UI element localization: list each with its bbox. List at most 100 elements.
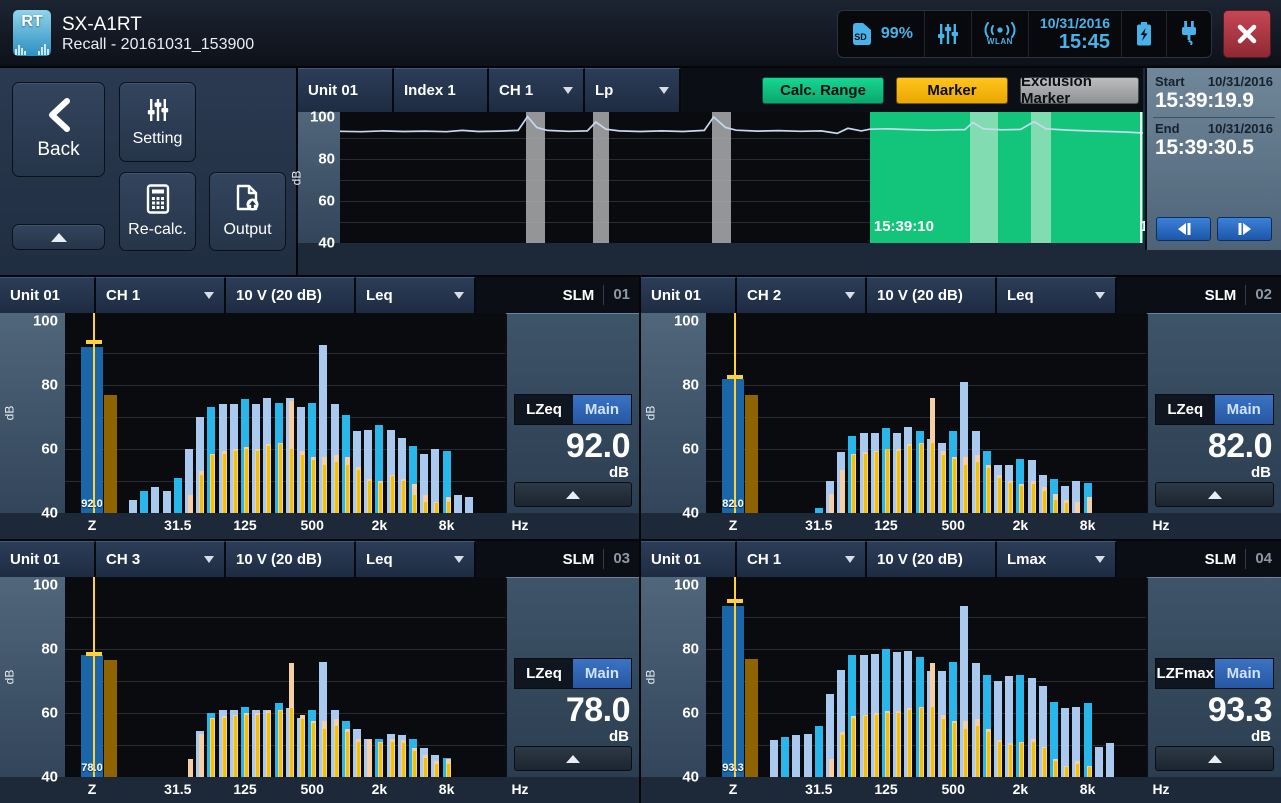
readout-metric-tab[interactable]: LZFmax xyxy=(1156,659,1215,688)
spectrum-overlay-bar2 xyxy=(234,716,237,777)
spectrum-overlay-bar2 xyxy=(897,713,900,777)
range-cell[interactable]: 10 V (20 dB) xyxy=(867,541,997,577)
z-value-label: 93.3 xyxy=(716,762,750,774)
slm-label: SLM xyxy=(563,287,595,304)
spectrum-overlay-bar2 xyxy=(908,710,911,777)
spectrum-overlay-bar2 xyxy=(897,451,900,513)
output-button[interactable]: Output xyxy=(209,172,286,251)
back-label: Back xyxy=(37,139,79,161)
unit-cell[interactable]: Unit 01 xyxy=(641,541,737,577)
unit-cell[interactable]: Unit 01 xyxy=(641,277,737,313)
index-cell[interactable]: Index 1 xyxy=(394,68,489,112)
range-cell[interactable]: 10 V (20 dB) xyxy=(226,541,356,577)
spectrum-overlay-bar2 xyxy=(211,719,214,777)
spectrum-overlay-bar2 xyxy=(391,476,394,513)
collapse-panel-button[interactable] xyxy=(12,224,105,250)
band-cursor-tick xyxy=(86,652,102,656)
x-tick-label: Hz xyxy=(511,517,528,533)
metric-select[interactable]: Leq xyxy=(356,277,476,313)
readout-collapse-button[interactable] xyxy=(1155,746,1274,771)
back-button[interactable]: Back xyxy=(12,82,105,177)
recalc-button[interactable]: Re-calc. xyxy=(119,172,196,251)
readout-collapse-button[interactable] xyxy=(1155,482,1274,507)
exclusion-marker-button[interactable]: Exclusion Marker xyxy=(1020,77,1139,104)
readout-metric-tab[interactable]: LZeq xyxy=(1156,395,1215,424)
unit-cell[interactable]: Unit 01 xyxy=(0,541,96,577)
range-cell[interactable]: 10 V (20 dB) xyxy=(867,277,997,313)
readout-collapse-button[interactable] xyxy=(514,746,632,771)
readout-main-tab[interactable]: Main xyxy=(573,395,631,424)
close-button[interactable] xyxy=(1223,10,1271,58)
datetime-status: 10/31/2016 15:45 xyxy=(1029,11,1122,57)
unit-cell[interactable]: Unit 01 xyxy=(298,68,394,112)
x-tick-label: 125 xyxy=(233,517,256,533)
unit-cell[interactable]: Unit 01 xyxy=(0,277,96,313)
x-tick-label: Z xyxy=(88,517,97,533)
readout-main-tab[interactable]: Main xyxy=(573,659,631,688)
x-tick-label: 500 xyxy=(942,517,965,533)
step-forward-button[interactable] xyxy=(1217,217,1272,241)
readout-value: 93.3 xyxy=(1208,691,1272,730)
y-tick-label: 80 xyxy=(682,641,699,658)
chevron-down-icon xyxy=(454,292,464,299)
metric-select[interactable]: Leq xyxy=(997,277,1117,313)
chevron-down-icon xyxy=(1095,292,1105,299)
channel-select[interactable]: CH 1 xyxy=(737,541,867,577)
calc-range-button[interactable]: Calc. Range xyxy=(762,77,884,104)
readout-main-tab[interactable]: Main xyxy=(1215,395,1274,424)
channel-select[interactable]: CH 3 xyxy=(96,541,226,577)
spectrum-bar xyxy=(151,487,159,513)
slm-02-readout: LZeq Main 82.0 dB xyxy=(1146,313,1281,513)
spectrum-overlay-bar2 xyxy=(346,732,349,777)
metric-label: Leq xyxy=(1007,287,1034,304)
readout-unit: dB xyxy=(1251,728,1271,745)
metric-select[interactable]: Leq xyxy=(356,541,476,577)
spectrum-overlay-bar2 xyxy=(357,470,360,513)
step-back-button[interactable] xyxy=(1156,217,1211,241)
slm-02-spectrum-plot[interactable]: 82.0 xyxy=(706,313,1146,513)
setting-button[interactable]: Setting xyxy=(119,82,196,162)
spectrum-overlay-bar2 xyxy=(402,743,405,777)
slm-01-spectrum-plot[interactable]: 92.0 xyxy=(65,313,505,513)
readout-metric-tab[interactable]: LZeq xyxy=(515,395,573,424)
spectrum-overlay-bar2 xyxy=(1009,483,1012,513)
slm-02-x-axis: Z31.51255002k8kHz xyxy=(641,513,1281,541)
x-tick-label: 2k xyxy=(1013,781,1029,797)
spectrum-bar xyxy=(815,726,823,777)
readout-metric-tab[interactable]: LZeq xyxy=(515,659,573,688)
readout-collapse-button[interactable] xyxy=(514,482,632,507)
metric-select[interactable]: Lp xyxy=(585,68,681,112)
x-tick-label: Hz xyxy=(1152,517,1169,533)
spectrum-overlay-bar2 xyxy=(335,726,338,777)
spectrum-overlay-bar2 xyxy=(223,718,226,777)
y-tick-label: 80 xyxy=(318,151,335,168)
slm-03-readout: LZeq Main 78.0 dB xyxy=(505,577,639,777)
end-date: 10/31/2016 xyxy=(1208,121,1273,136)
chevron-down-icon xyxy=(454,556,464,563)
metric-select[interactable]: Lmax xyxy=(997,541,1117,577)
y-tick-label: 60 xyxy=(41,441,58,458)
readout-unit: dB xyxy=(1251,464,1271,481)
slm-03-spectrum-plot[interactable]: 78.0 xyxy=(65,577,505,777)
time-chart-header: Unit 01 Index 1 CH 1 Lp Calc. Range Mark… xyxy=(298,68,1143,112)
readout-main-tab[interactable]: Main xyxy=(1215,659,1274,688)
x-tick-label: Z xyxy=(729,781,738,797)
time-chart-section: Unit 01 Index 1 CH 1 Lp Calc. Range Mark… xyxy=(298,68,1143,275)
spectrum-overlay-bar xyxy=(829,494,834,513)
spectrum-overlay-bar2 xyxy=(234,451,237,513)
gridline xyxy=(65,385,505,386)
back-chevron-icon xyxy=(46,98,72,132)
marker-button[interactable]: Marker xyxy=(896,77,1008,104)
divider xyxy=(1153,117,1275,118)
readout-unit: dB xyxy=(609,464,629,481)
channel-select[interactable]: CH 1 xyxy=(96,277,226,313)
spectrum-bar xyxy=(781,737,789,777)
channel-select[interactable]: CH 2 xyxy=(737,277,867,313)
spectrum-overlay-bar2 xyxy=(379,743,382,777)
range-cell[interactable]: 10 V (20 dB) xyxy=(226,277,356,313)
channel-select[interactable]: CH 1 xyxy=(489,68,585,112)
spectrum-overlay-bar xyxy=(367,740,372,777)
slm-04-spectrum-plot[interactable]: 93.3 xyxy=(706,577,1146,777)
gridline xyxy=(65,681,505,682)
slm-panel-04: Unit 01 CH 1 10 V (20 dB) Lmax SLM04 dB1… xyxy=(641,539,1281,803)
